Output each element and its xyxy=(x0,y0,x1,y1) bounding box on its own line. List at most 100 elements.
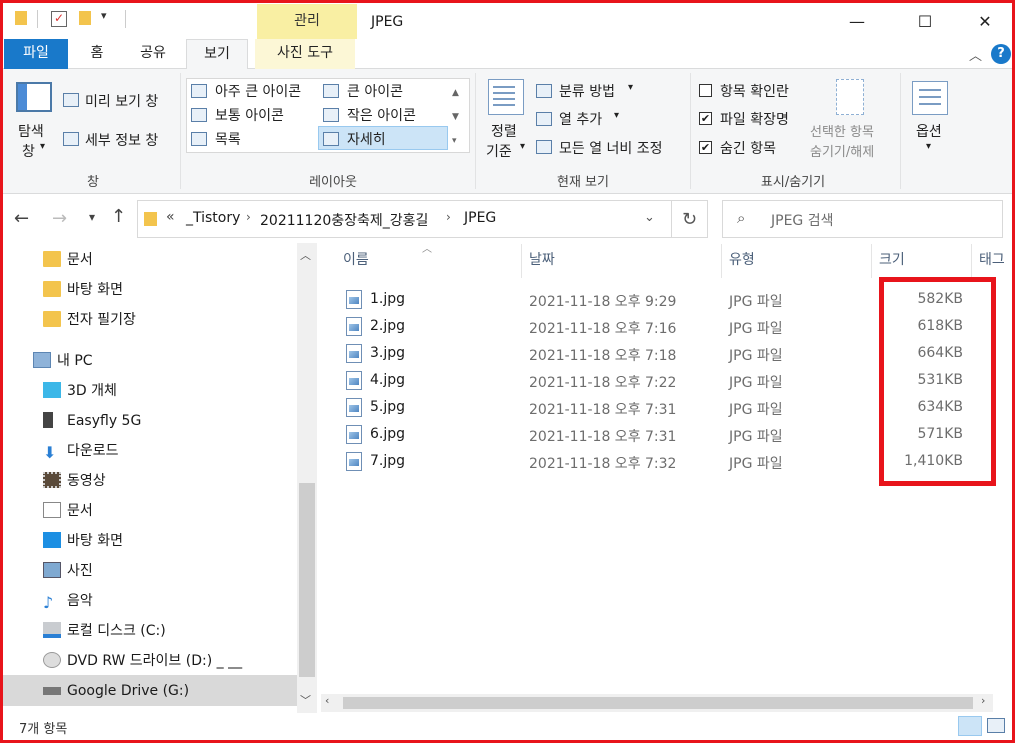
large-icons-view-icon[interactable] xyxy=(987,718,1005,733)
layout-list[interactable]: 목록 xyxy=(215,129,241,149)
tab-home[interactable]: 홈 xyxy=(75,39,119,69)
column-divider[interactable] xyxy=(971,244,972,278)
download-icon: ⬇ xyxy=(43,443,57,462)
address-dropdown-icon[interactable]: ⌄ xyxy=(644,210,655,225)
refresh-icon[interactable]: ↻ xyxy=(671,200,708,238)
search-input[interactable]: JPEG 검색 xyxy=(771,210,833,230)
nav-item-desktop-2[interactable]: 바탕 화면 xyxy=(43,526,123,556)
tab-manage[interactable]: 관리 xyxy=(257,4,357,39)
chevron-down-icon[interactable]: ▾ xyxy=(40,141,45,152)
properties-icon[interactable]: ✓ xyxy=(51,11,67,27)
chevron-down-icon[interactable]: ▾ xyxy=(926,141,931,152)
nav-item-music[interactable]: ♪ 음악 xyxy=(43,586,93,616)
options-button[interactable]: 옵션 xyxy=(916,121,942,141)
breadcrumb-item[interactable]: _Tistory xyxy=(186,210,240,226)
layout-details[interactable]: 자세히 xyxy=(347,129,386,149)
breadcrumb-separator-icon[interactable]: › xyxy=(246,210,251,224)
layout-medium-icons[interactable]: 보통 아이콘 xyxy=(215,105,284,125)
nav-item-documents-2[interactable]: 문서 xyxy=(43,496,93,526)
nav-scrollbar-thumb[interactable] xyxy=(299,483,315,677)
nav-item-notebook[interactable]: 전자 필기장 xyxy=(43,305,136,335)
sort-by-label-2[interactable]: 기준 xyxy=(486,141,512,161)
maximize-button[interactable]: ☐ xyxy=(902,3,948,39)
hidden-items-checkbox[interactable]: ✔ xyxy=(699,141,712,154)
layout-scroll-icon[interactable]: ▲ ▼ ▾ xyxy=(452,81,459,153)
scroll-left-icon[interactable]: ‹ xyxy=(325,694,329,707)
layout-small-icons[interactable]: 작은 아이콘 xyxy=(347,105,416,125)
sort-by-label[interactable]: 정렬 xyxy=(491,121,517,141)
column-header-tags[interactable]: 태그 xyxy=(979,249,1009,275)
details-view-icon[interactable] xyxy=(958,716,982,736)
nav-item-downloads[interactable]: ⬇ 다운로드 xyxy=(43,436,119,466)
nav-item-desktop[interactable]: 바탕 화면 xyxy=(43,275,123,305)
recent-locations-icon[interactable]: ▾ xyxy=(89,210,95,224)
scroll-right-icon[interactable]: › xyxy=(981,694,985,707)
nav-item-label: 문서 xyxy=(67,252,93,268)
tab-view[interactable]: 보기 xyxy=(186,39,248,70)
hidden-items-label[interactable]: 숨긴 항목 xyxy=(720,138,776,158)
column-divider[interactable] xyxy=(521,244,522,278)
group-by-button[interactable]: 분류 방법 xyxy=(559,81,615,101)
tab-file[interactable]: 파일 xyxy=(4,39,68,69)
column-divider[interactable] xyxy=(871,244,872,278)
forward-arrow-icon[interactable]: → xyxy=(52,208,67,229)
layout-large-icons[interactable]: 큰 아이콘 xyxy=(347,81,403,101)
chevron-down-icon[interactable]: ▾ xyxy=(628,82,633,93)
nav-item-documents[interactable]: 문서 xyxy=(43,245,93,275)
divider xyxy=(475,73,476,189)
column-header-type[interactable]: 유형 xyxy=(729,249,755,275)
item-checkboxes-checkbox[interactable] xyxy=(699,84,712,97)
nav-item-pictures[interactable]: 사진 xyxy=(43,556,93,586)
nav-item-label: Easyfly 5G xyxy=(67,413,142,429)
file-list-scrollbar-thumb[interactable] xyxy=(343,697,973,709)
quick-access-dropdown-icon[interactable]: ▾ xyxy=(101,9,107,22)
nav-item-local-disk[interactable]: 로컬 디스크 (C:) xyxy=(43,616,166,646)
column-divider[interactable] xyxy=(721,244,722,278)
close-button[interactable]: ✕ xyxy=(962,3,1008,39)
collapse-ribbon-icon[interactable]: ︿ xyxy=(969,45,982,64)
up-arrow-icon[interactable]: ↑ xyxy=(111,206,126,227)
navigation-pane-label-2[interactable]: 창 xyxy=(22,141,35,161)
fit-columns-button[interactable]: 모든 열 너비 조정 xyxy=(559,138,663,158)
back-arrow-icon[interactable]: ← xyxy=(14,208,29,229)
breadcrumb-item[interactable]: 20211120충장축제_강홍길 xyxy=(260,210,428,230)
details-pane-button[interactable]: 세부 정보 창 xyxy=(85,130,158,150)
tab-picture-tools[interactable]: 사진 도구 xyxy=(255,39,355,69)
column-header-size[interactable]: 크기 xyxy=(879,249,905,275)
scroll-up-icon[interactable]: ︿ xyxy=(300,247,311,263)
hide-selected-label-2[interactable]: 숨기기/해제 xyxy=(810,141,874,160)
hide-selected-label[interactable]: 선택한 항목 xyxy=(810,121,874,140)
file-extensions-label[interactable]: 파일 확장명 xyxy=(720,109,789,129)
search-box[interactable]: ⌕ JPEG 검색 xyxy=(722,200,1003,238)
tab-share[interactable]: 공유 xyxy=(127,39,179,69)
help-icon[interactable]: ? xyxy=(991,44,1011,64)
chevron-down-icon[interactable]: ▾ xyxy=(520,141,525,152)
breadcrumb-separator-icon[interactable]: › xyxy=(446,210,451,224)
layout-extra-large-icons[interactable]: 아주 큰 아이콘 xyxy=(215,81,301,101)
address-bar[interactable]: « _Tistory › 20211120충장축제_강홍길 › JPEG ⌄ xyxy=(137,200,708,238)
add-columns-button[interactable]: 열 추가 xyxy=(559,109,602,129)
breadcrumb-overflow[interactable]: « xyxy=(166,209,175,225)
column-header-date[interactable]: 날짜 xyxy=(529,249,555,275)
size-highlight-box xyxy=(879,277,996,486)
nav-item-this-pc[interactable]: 내 PC xyxy=(33,346,93,376)
column-header-name[interactable]: 이름 xyxy=(343,249,369,275)
file-name: 6.jpg xyxy=(370,426,406,442)
new-folder-icon[interactable] xyxy=(79,11,91,25)
chevron-down-icon[interactable]: ▾ xyxy=(614,110,619,121)
divider xyxy=(900,73,901,189)
nav-item-videos[interactable]: 동영상 xyxy=(43,466,106,496)
item-checkboxes-label[interactable]: 항목 확인란 xyxy=(720,81,789,101)
minimize-button[interactable]: — xyxy=(834,3,880,39)
navigation-pane-label[interactable]: 탐색 xyxy=(18,121,44,141)
breadcrumb-item[interactable]: JPEG xyxy=(464,210,496,226)
scroll-down-icon[interactable]: ﹀ xyxy=(300,692,311,708)
nav-item-dvd[interactable]: DVD RW 드라이브 (D:) _ __ xyxy=(43,646,242,676)
file-date: 2021-11-18 오후 7:22 xyxy=(529,375,677,391)
nav-item-google-drive[interactable]: Google Drive (G:) xyxy=(43,676,189,706)
nav-item-3d-objects[interactable]: 3D 개체 xyxy=(43,376,117,406)
file-extensions-checkbox[interactable]: ✔ xyxy=(699,112,712,125)
divider xyxy=(37,10,38,28)
preview-pane-button[interactable]: 미리 보기 창 xyxy=(85,91,158,111)
nav-item-easyfly[interactable]: Easyfly 5G xyxy=(43,406,141,436)
